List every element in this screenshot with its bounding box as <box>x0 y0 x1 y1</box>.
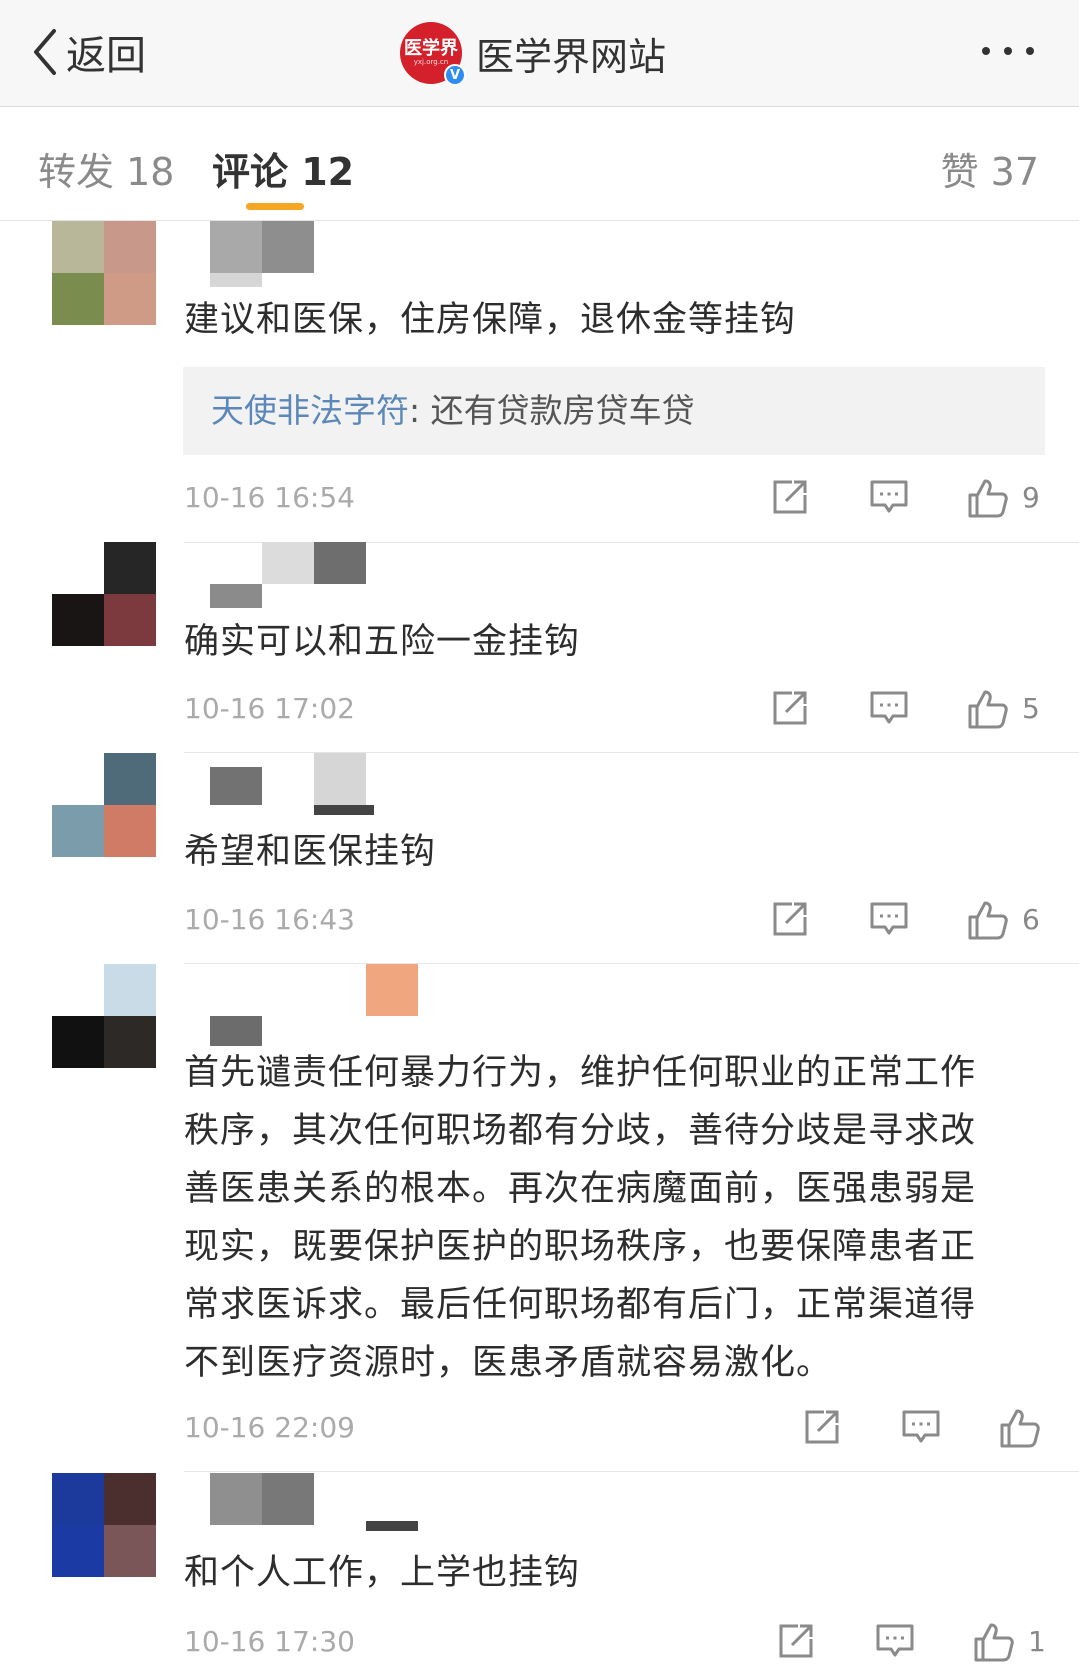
more-dot <box>1004 47 1012 55</box>
comment-text: 首先谴责任何暴力行为，维护任何职业的正常工作 秩序，其次任何职场都有分歧，善待分… <box>184 1044 1044 1392</box>
like-icon <box>968 479 1008 518</box>
comment-actions: 6 <box>770 899 1060 943</box>
verified-badge: V <box>444 64 466 86</box>
like-button[interactable]: 9 <box>966 477 1040 519</box>
comment-item: 希望和医保挂钩 10-16 16:43 6 <box>0 753 1079 964</box>
comment-text: 和个人工作，上学也挂钩 <box>184 1553 581 1593</box>
comment-time: 10-16 17:30 <box>184 1625 355 1658</box>
reply-button[interactable] <box>868 899 910 939</box>
comment-text: 希望和医保挂钩 <box>184 832 437 872</box>
reply-icon <box>902 1410 940 1443</box>
tab-bar: 转发 18 评论 12 赞 37 <box>0 107 1079 221</box>
like-button[interactable]: 1 <box>972 1621 1046 1663</box>
more-options-button[interactable] <box>975 36 1045 66</box>
forward-button[interactable] <box>776 1621 816 1661</box>
account-logo: 医学界 yxj.org.cn V <box>400 22 466 86</box>
comment-time: 10-16 16:54 <box>184 481 355 514</box>
comment-item: 建议和医保，住房保障，退休金等挂钩 天使非法字符: 还有贷款房贷车贷 10-16… <box>0 221 1079 543</box>
more-dot <box>1026 47 1034 55</box>
logo-subtext: yxj.org.cn <box>413 57 449 66</box>
logo-text: 医学界 <box>404 37 458 59</box>
forward-icon <box>773 902 807 936</box>
comment-time: 10-16 16:43 <box>184 903 355 936</box>
comment-text-line: 首先谴责任何暴力行为，维护任何职业的正常工作 <box>184 1053 977 1093</box>
comment-item: 首先谴责任何暴力行为，维护任何职业的正常工作 秩序，其次任何职场都有分歧，善待分… <box>0 964 1079 1472</box>
comment-text-line: 常求医诉求。最后任何职场都有后门，正常渠道得 <box>184 1285 977 1325</box>
account-name: 医学界网站 <box>476 34 667 79</box>
chevron-left-icon <box>34 29 56 75</box>
forward-button[interactable] <box>770 477 810 517</box>
top-nav-bar: 返回 医学界 yxj.org.cn V 医学界网站 <box>0 0 1079 107</box>
like-count: 1 <box>1028 1625 1046 1658</box>
comment-text-line: 秩序，其次任何职场都有分歧，善待分歧是寻求改 <box>184 1111 977 1151</box>
reply-preview[interactable]: 天使非法字符: 还有贷款房贷车贷 <box>183 367 1045 455</box>
avatar[interactable] <box>52 221 156 325</box>
tab-forward[interactable]: 转发 18 <box>38 141 174 196</box>
comment-text-line: 善医患关系的根本。再次在病魔面前，医强患弱是 <box>184 1169 977 1209</box>
avatar[interactable] <box>52 542 156 646</box>
forward-icon <box>805 1410 839 1444</box>
comment-time: 10-16 17:02 <box>184 692 355 725</box>
comment-divider <box>184 1471 1079 1472</box>
comment-item: 确实可以和五险一金挂钩 10-16 17:02 5 <box>0 542 1079 753</box>
reply-button[interactable] <box>900 1407 942 1447</box>
forward-icon <box>773 480 807 514</box>
like-icon <box>974 1623 1014 1662</box>
comment-item: 和个人工作，上学也挂钩 10-16 17:30 1 <box>0 1473 1079 1680</box>
comment-actions <box>802 1407 1062 1451</box>
avatar[interactable] <box>52 964 156 1068</box>
forward-icon <box>779 1624 813 1658</box>
like-icon <box>1000 1409 1040 1448</box>
back-label: 返回 <box>66 33 146 79</box>
like-count: 9 <box>1022 481 1040 514</box>
reply-icon <box>870 480 908 513</box>
tab-like[interactable]: 赞 37 <box>941 141 1039 196</box>
account-header[interactable]: 医学界 yxj.org.cn V 医学界网站 <box>400 18 666 88</box>
comment-text-line: 不到医疗资源时，医患矛盾就容易激化。 <box>184 1343 833 1383</box>
reply-button[interactable] <box>868 688 910 728</box>
comment-actions: 1 <box>776 1621 1066 1665</box>
comment-text: 建议和医保，住房保障，退休金等挂钩 <box>184 300 797 340</box>
like-count: 6 <box>1022 903 1040 936</box>
avatar[interactable] <box>52 753 156 857</box>
comment-time: 10-16 22:09 <box>184 1411 355 1444</box>
reply-text: : 还有贷款房贷车贷 <box>409 391 695 430</box>
forward-button[interactable] <box>770 688 810 728</box>
like-count: 5 <box>1022 692 1040 725</box>
reply-button[interactable] <box>874 1621 916 1661</box>
reply-icon <box>870 902 908 935</box>
like-icon <box>968 690 1008 729</box>
back-button[interactable]: 返回 <box>30 22 146 82</box>
like-button[interactable]: 5 <box>966 688 1040 730</box>
reply-username[interactable]: 天使非法字符 <box>211 391 409 430</box>
avatar[interactable] <box>52 1473 156 1577</box>
comment-actions: 5 <box>770 688 1060 732</box>
comment-actions: 9 <box>770 477 1060 521</box>
forward-icon <box>773 691 807 725</box>
forward-button[interactable] <box>802 1407 842 1447</box>
reply-button[interactable] <box>868 477 910 517</box>
reply-icon <box>870 691 908 724</box>
active-tab-indicator <box>246 203 304 210</box>
like-button[interactable]: 6 <box>966 899 1040 941</box>
comment-text-line: 现实，既要保护医护的职场秩序，也要保障患者正 <box>184 1227 977 1267</box>
comment-text: 确实可以和五险一金挂钩 <box>184 622 581 662</box>
reply-icon <box>876 1624 914 1657</box>
forward-button[interactable] <box>770 899 810 939</box>
like-button[interactable] <box>998 1407 1042 1449</box>
like-icon <box>968 901 1008 940</box>
more-dots-icon <box>982 47 990 55</box>
tab-comment[interactable]: 评论 12 <box>212 141 354 196</box>
